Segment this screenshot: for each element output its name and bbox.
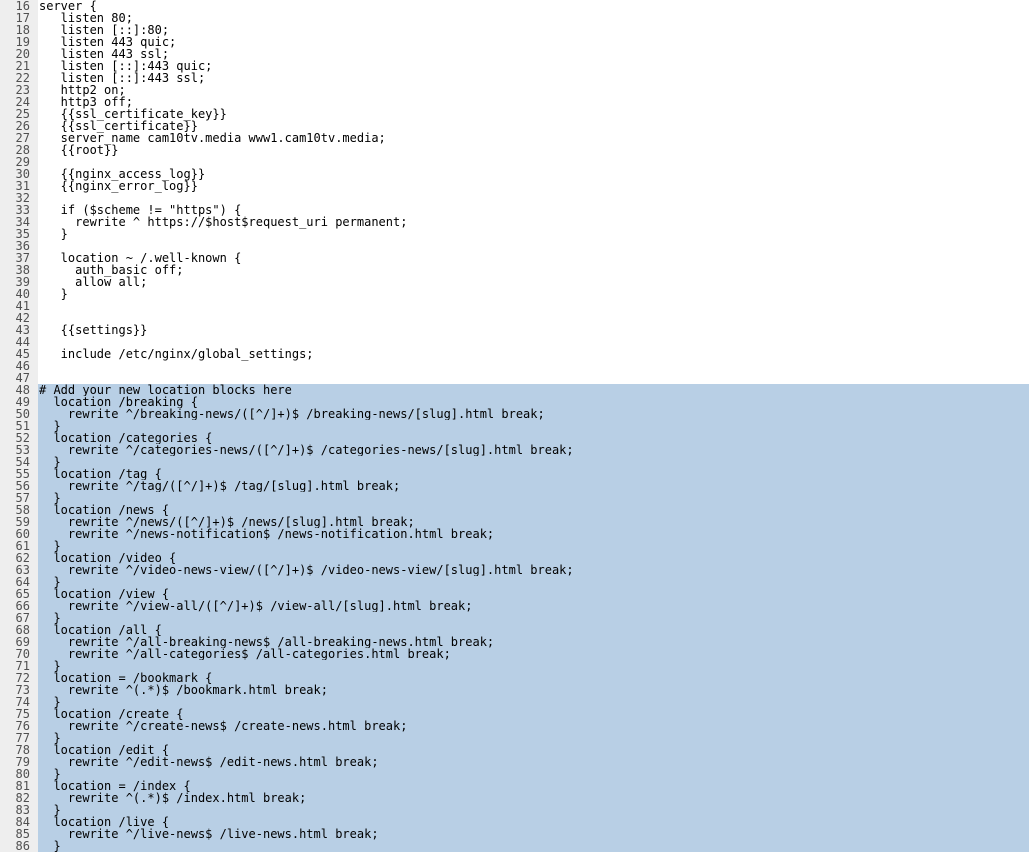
code-line: 82 rewrite ^(.*)$ /index.html break; [0, 792, 1029, 804]
code-text[interactable]: rewrite ^/edit-news$ /edit-news.html bre… [38, 756, 1029, 768]
code-text[interactable]: } [38, 492, 1029, 504]
code-line: 86 } [0, 840, 1029, 852]
code-text[interactable]: include /etc/nginx/global_settings; [38, 348, 1029, 360]
code-text[interactable]: server_name cam10tv.media www1.cam10tv.m… [38, 132, 1029, 144]
code-line: 42 [0, 312, 1029, 324]
code-line: 41 [0, 300, 1029, 312]
code-text[interactable]: rewrite ^ https://$host$request_uri perm… [38, 216, 1029, 228]
code-line: 73 rewrite ^(.*)$ /bookmark.html break; [0, 684, 1029, 696]
code-text[interactable]: listen 443 quic; [38, 36, 1029, 48]
code-text[interactable]: allow all; [38, 276, 1029, 288]
code-text[interactable]: rewrite ^(.*)$ /bookmark.html break; [38, 684, 1029, 696]
code-text[interactable]: listen 80; [38, 12, 1029, 24]
code-text[interactable]: } [38, 456, 1029, 468]
code-line: 43 {{settings}} [0, 324, 1029, 336]
code-line: 50 rewrite ^/breaking-news/([^/]+)$ /bre… [0, 408, 1029, 420]
code-text[interactable]: http2 on; [38, 84, 1029, 96]
code-text[interactable]: server { [38, 0, 1029, 12]
code-text[interactable]: } [38, 228, 1029, 240]
code-line: 46 [0, 360, 1029, 372]
code-line: 79 rewrite ^/edit-news$ /edit-news.html … [0, 756, 1029, 768]
code-line: 38 auth_basic off; [0, 264, 1029, 276]
code-line: 76 rewrite ^/create-news$ /create-news.h… [0, 720, 1029, 732]
code-line: 85 rewrite ^/live-news$ /live-news.html … [0, 828, 1029, 840]
line-number: 86 [0, 840, 38, 852]
code-line: 60 rewrite ^/news-notification$ /news-no… [0, 528, 1029, 540]
code-line: 22 listen [::]:443 ssl; [0, 72, 1029, 84]
code-text[interactable]: listen [::]:443 ssl; [38, 72, 1029, 84]
code-text[interactable]: rewrite ^(.*)$ /index.html break; [38, 792, 1029, 804]
code-text[interactable]: } [38, 732, 1029, 744]
code-text[interactable]: rewrite ^/all-categories$ /all-categorie… [38, 648, 1029, 660]
code-text[interactable]: } [38, 576, 1029, 588]
code-line: 53 rewrite ^/categories-news/([^/]+)$ /c… [0, 444, 1029, 456]
code-text[interactable]: rewrite ^/news-notification$ /news-notif… [38, 528, 1029, 540]
code-line: 31 {{nginx_error_log}} [0, 180, 1029, 192]
code-text[interactable]: } [38, 696, 1029, 708]
code-text[interactable]: {{nginx_error_log}} [38, 180, 1029, 192]
code-text[interactable]: auth_basic off; [38, 264, 1029, 276]
code-line: 39 allow all; [0, 276, 1029, 288]
code-text[interactable]: } [38, 288, 1029, 300]
code-editor: 16server {17 listen 80;18 listen [::]:80… [0, 0, 1029, 852]
code-text[interactable]: listen [::]:80; [38, 24, 1029, 36]
code-line: 34 rewrite ^ https://$host$request_uri p… [0, 216, 1029, 228]
code-text[interactable]: } [38, 840, 1029, 852]
code-line: 70 rewrite ^/all-categories$ /all-catego… [0, 648, 1029, 660]
code-text[interactable]: rewrite ^/categories-news/([^/]+)$ /cate… [38, 444, 1029, 456]
code-text[interactable]: } [38, 612, 1029, 624]
code-line: 28 {{root}} [0, 144, 1029, 156]
code-line: 63 rewrite ^/video-news-view/([^/]+)$ /v… [0, 564, 1029, 576]
code-text[interactable]: rewrite ^/video-news-view/([^/]+)$ /vide… [38, 564, 1029, 576]
code-text[interactable]: } [38, 804, 1029, 816]
code-text[interactable]: rewrite ^/breaking-news/([^/]+)$ /breaki… [38, 408, 1029, 420]
code-text[interactable]: rewrite ^/create-news$ /create-news.html… [38, 720, 1029, 732]
code-text[interactable]: location ~ /.well-known { [38, 252, 1029, 264]
code-line: 27 server_name cam10tv.media www1.cam10t… [0, 132, 1029, 144]
code-line: 45 include /etc/nginx/global_settings; [0, 348, 1029, 360]
code-text[interactable]: {{root}} [38, 144, 1029, 156]
code-text[interactable]: rewrite ^/view-all/([^/]+)$ /view-all/[s… [38, 600, 1029, 612]
code-text[interactable]: } [38, 540, 1029, 552]
code-line: 16server { [0, 0, 1029, 12]
code-line: 23 http2 on; [0, 84, 1029, 96]
code-line: 56 rewrite ^/tag/([^/]+)$ /tag/[slug].ht… [0, 480, 1029, 492]
code-text[interactable]: {{settings}} [38, 324, 1029, 336]
code-line: 35 } [0, 228, 1029, 240]
code-text[interactable]: rewrite ^/tag/([^/]+)$ /tag/[slug].html … [38, 480, 1029, 492]
code-line: 66 rewrite ^/view-all/([^/]+)$ /view-all… [0, 600, 1029, 612]
code-line: 40 } [0, 288, 1029, 300]
code-text[interactable]: rewrite ^/live-news$ /live-news.html bre… [38, 828, 1029, 840]
